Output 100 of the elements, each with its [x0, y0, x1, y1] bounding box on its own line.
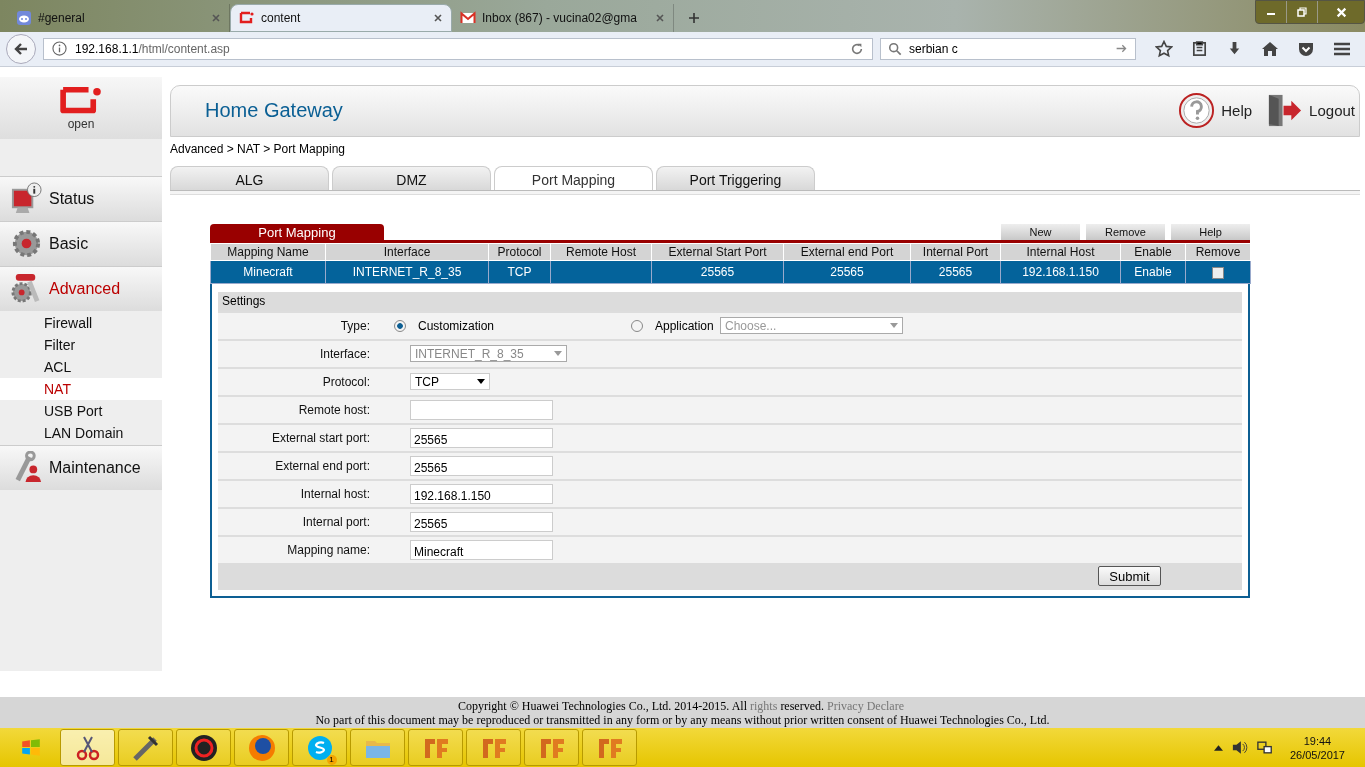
tab[interactable]: Port Triggering — [656, 165, 815, 190]
speaker-icon[interactable] — [1231, 740, 1248, 755]
caret-icon — [477, 379, 485, 385]
table-cell: 25565 — [700, 264, 735, 279]
page-title: Home Gateway — [205, 99, 343, 123]
back-button[interactable] — [6, 33, 36, 64]
table-cell: Minecraft — [243, 264, 293, 279]
field-label: Protocol: — [321, 374, 370, 389]
input-field[interactable] — [410, 399, 553, 420]
globe-icon — [246, 732, 277, 763]
chevron-up-icon[interactable] — [1213, 744, 1223, 751]
disclaimer-text: No part of this document may be reproduced or transmitted in any form or by any means without prior written consent of Huawei Technologies Co., Ltd. — [315, 712, 1050, 727]
submit-button[interactable]: Submit — [1098, 566, 1161, 587]
column-header: Enable — [1120, 243, 1186, 261]
logout-link[interactable]: Logout — [1266, 92, 1355, 130]
panel-title: Port Mapping — [210, 223, 384, 240]
radio-label: Application — [655, 318, 714, 333]
caret-icon — [554, 351, 562, 357]
sidebar-item[interactable]: Advanced — [0, 265, 162, 311]
field-label: Internal port: — [301, 514, 370, 529]
table-cell: TCP — [507, 264, 532, 279]
input-field[interactable]: 25565 — [410, 511, 553, 532]
url-text: 192.168.1.1/html/content.asp — [75, 41, 231, 56]
caret-icon — [890, 323, 898, 329]
reload-icon[interactable] — [850, 41, 864, 56]
info-icon — [52, 41, 67, 57]
input-field[interactable]: 192.168.1.150 — [410, 483, 553, 504]
toolbar-button[interactable]: Help — [1171, 223, 1250, 240]
field-label: Remote host: — [297, 402, 370, 417]
dropdown[interactable]: TCP — [410, 373, 490, 391]
tab[interactable]: Port Mapping — [494, 165, 653, 190]
field-label: Mapping name: — [286, 542, 370, 557]
table-cell: INTERNET_R_8_35 — [352, 264, 462, 279]
tab[interactable]: DMZ — [332, 165, 491, 190]
logo-text: open — [67, 117, 95, 130]
browser-tab[interactable]: Inbox (867) - vucina02@gma — [452, 3, 674, 32]
network-icon[interactable] — [1256, 740, 1273, 755]
home-icon[interactable] — [1261, 39, 1279, 58]
breadcrumb: Advanced > NAT > Port Mapping — [170, 141, 346, 156]
tab[interactable]: ALG — [170, 165, 329, 190]
gamepad-icon — [16, 9, 32, 26]
browser-tab[interactable]: #general — [8, 3, 230, 32]
windows-logo-icon — [20, 736, 42, 759]
sidebar-item[interactable]: Status — [0, 175, 162, 221]
column-header: Remove — [1185, 243, 1251, 261]
browser-tab[interactable]: content — [230, 3, 452, 32]
toolbar-button[interactable]: New — [1001, 223, 1080, 240]
sidebar-subitem[interactable]: Filter — [0, 333, 162, 356]
clipboard-icon[interactable] — [1191, 40, 1208, 58]
remove-checkbox[interactable] — [1212, 266, 1224, 279]
column-header: External Start Port — [651, 243, 784, 261]
logo-icon — [239, 9, 255, 26]
search-field[interactable]: serbian c — [880, 37, 1136, 60]
field-label: Internal host: — [299, 486, 370, 501]
taskbar-button[interactable] — [176, 729, 231, 766]
notification-badge: 1 — [326, 754, 337, 765]
column-header: Interface — [325, 243, 489, 261]
question-mark-icon — [1178, 92, 1216, 130]
close-icon — [1335, 6, 1347, 18]
sidebar-subitem[interactable]: ACL — [0, 355, 162, 378]
star-icon[interactable] — [1155, 39, 1173, 58]
sidebar-item[interactable]: Maintenance — [0, 444, 162, 490]
input-field[interactable]: Minecraft — [410, 539, 553, 560]
table-cell: 192.168.1.150 — [1022, 264, 1099, 279]
field-label: External start port: — [270, 430, 370, 445]
radio-button[interactable] — [631, 319, 643, 332]
sidebar-item[interactable]: Basic — [0, 220, 162, 266]
address-field[interactable]: 192.168.1.1/html/content.asp — [43, 37, 873, 60]
sidebar-subitem[interactable]: LAN Domain — [0, 421, 162, 444]
taskbar-button[interactable] — [234, 729, 289, 766]
column-header: Internal Host — [1000, 243, 1121, 261]
column-header: Internal Port — [910, 243, 1001, 261]
settings-title: Settings — [218, 291, 1242, 311]
table-cell: Enable — [1134, 264, 1172, 279]
search-icon — [888, 41, 902, 56]
toolbar-button[interactable]: Remove — [1086, 223, 1165, 240]
column-header: Mapping Name — [210, 243, 326, 261]
table-cell: 25565 — [830, 264, 864, 279]
sidebar-subitem[interactable]: Firewall — [0, 311, 162, 334]
new-tab-icon[interactable] — [688, 11, 700, 24]
column-header: Remote Host — [550, 243, 652, 261]
field-label: External end port: — [274, 458, 370, 473]
close-icon[interactable] — [655, 12, 665, 23]
sidebar-subitem[interactable]: NAT — [0, 377, 162, 400]
taskbar-button[interactable]: 1 — [292, 729, 347, 766]
radio-label: Customization — [418, 318, 495, 333]
input-field[interactable]: 25565 — [410, 455, 553, 476]
emblem-icon — [188, 732, 219, 763]
help-link[interactable]: Help — [1178, 92, 1253, 130]
taskbar-button[interactable] — [60, 729, 115, 766]
sidebar-subitem[interactable]: USB Port — [0, 399, 162, 422]
back-arrow-icon — [13, 40, 29, 57]
input-field[interactable]: 25565 — [410, 427, 553, 448]
field-label: Type: — [339, 318, 370, 333]
clock[interactable]: 19:44 26/05/2017 — [1289, 733, 1345, 762]
monitor-info-icon — [10, 182, 43, 216]
table-cell: 25565 — [938, 264, 973, 279]
radio-button[interactable] — [394, 319, 406, 332]
close-icon[interactable] — [433, 12, 443, 23]
table-row[interactable]: Minecraft INTERNET_R_8_35 TCP 25565 25565 25565 192.168.1.150 Enable — [210, 260, 1251, 284]
